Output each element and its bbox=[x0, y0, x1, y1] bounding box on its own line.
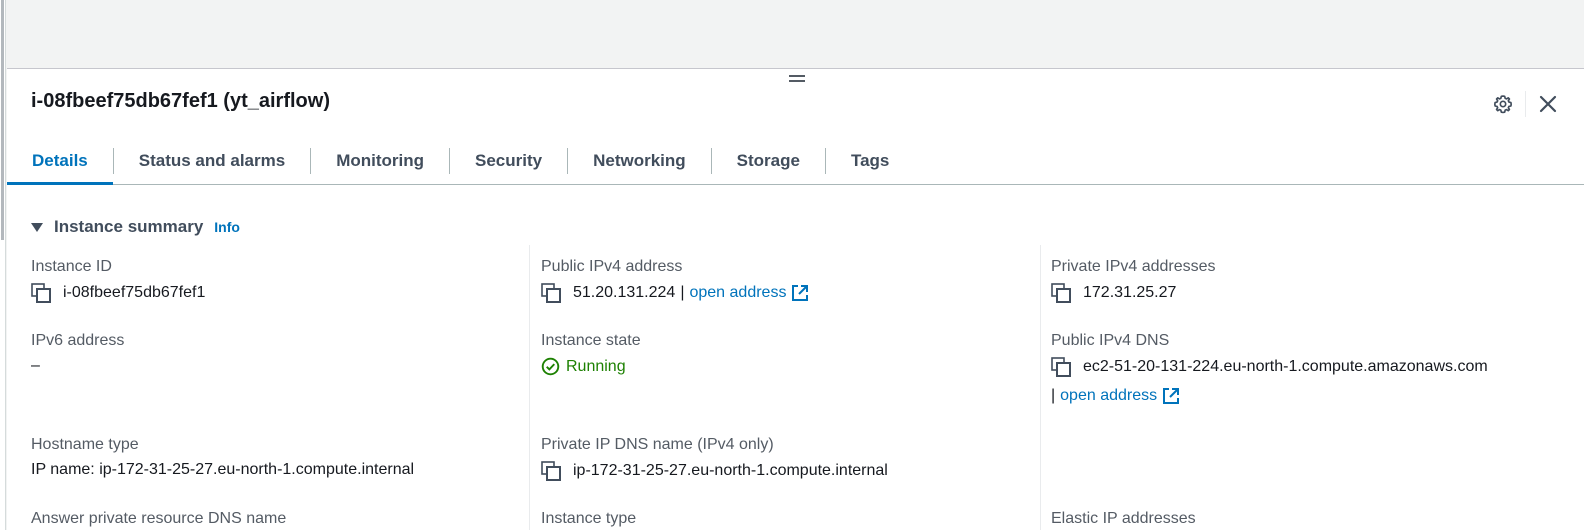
tab-monitoring[interactable]: Monitoring bbox=[311, 137, 449, 184]
field-label: Elastic IP addresses bbox=[1051, 510, 1196, 527]
tab-details[interactable]: Details bbox=[7, 137, 113, 185]
private-ip-dns-value: ip-172-31-25-27.eu-north-1.compute.inter… bbox=[573, 462, 888, 479]
field-value-row: | open address bbox=[1051, 387, 1488, 405]
field-label: Public IPv4 DNS bbox=[1051, 332, 1170, 349]
field-value-row: Running bbox=[541, 357, 641, 376]
field-label: Instance type bbox=[541, 510, 637, 527]
caret-down-icon[interactable] bbox=[31, 223, 43, 232]
field-label: Public IPv4 address bbox=[541, 258, 683, 275]
field-label: Instance state bbox=[541, 332, 641, 349]
field-instance-state: Instance state Running bbox=[541, 332, 641, 376]
panel-title: i-08fbeef75db67fef1 (yt_airflow) bbox=[31, 90, 330, 112]
scrollbar-thumb[interactable] bbox=[1, 0, 4, 240]
header-actions bbox=[1491, 91, 1560, 117]
field-private-ip-dns: Private IP DNS name (IPv4 only) ip-172-3… bbox=[541, 436, 888, 481]
field-public-ipv4: Public IPv4 address 51.20.131.224 | open… bbox=[541, 258, 809, 303]
tab-security[interactable]: Security bbox=[450, 137, 567, 184]
separator: | bbox=[680, 284, 685, 301]
separator: | bbox=[1051, 387, 1056, 404]
private-ipv4-value: 172.31.25.27 bbox=[1083, 284, 1177, 301]
field-label: IPv6 address bbox=[31, 332, 125, 349]
field-instance-type: Instance type bbox=[541, 510, 636, 528]
drag-handle-icon[interactable] bbox=[789, 75, 805, 85]
top-area bbox=[7, 0, 1584, 68]
field-answer-private-dns: Answer private resource DNS name bbox=[31, 510, 286, 528]
info-link[interactable]: Info bbox=[214, 219, 240, 235]
field-value-row: 172.31.25.27 bbox=[1051, 283, 1216, 303]
close-button[interactable] bbox=[1536, 92, 1560, 116]
column-divider bbox=[1040, 245, 1041, 530]
tab-networking[interactable]: Networking bbox=[568, 137, 711, 184]
field-label: Hostname type bbox=[31, 436, 139, 453]
ipv6-value: – bbox=[31, 357, 40, 374]
public-ipv4-value: 51.20.131.224 bbox=[573, 284, 676, 301]
copy-icon[interactable] bbox=[541, 283, 565, 303]
instance-id-value: i-08fbeef75db67fef1 bbox=[63, 284, 206, 301]
open-address-link[interactable]: open address bbox=[1060, 387, 1157, 405]
field-private-ipv4: Private IPv4 addresses 172.31.25.27 bbox=[1051, 258, 1216, 303]
field-instance-id: Instance ID i-08fbeef75db67fef1 bbox=[31, 258, 205, 303]
copy-icon[interactable] bbox=[541, 461, 565, 481]
instance-summary-header: Instance summary Info bbox=[31, 217, 240, 237]
copy-icon[interactable] bbox=[1051, 357, 1075, 377]
field-public-ipv4-dns: Public IPv4 DNS ec2-51-20-131-224.eu-nor… bbox=[1051, 332, 1488, 405]
field-label: Private IP DNS name (IPv4 only) bbox=[541, 436, 774, 453]
instance-state-value: Running bbox=[566, 357, 626, 375]
field-label: Answer private resource DNS name bbox=[31, 510, 287, 527]
header-divider bbox=[1525, 91, 1526, 117]
field-label: Private IPv4 addresses bbox=[1051, 258, 1216, 275]
check-circle-icon bbox=[541, 357, 560, 376]
field-hostname-type: Hostname type IP name: ip-172-31-25-27.e… bbox=[31, 436, 414, 479]
column-divider bbox=[529, 245, 530, 530]
copy-icon[interactable] bbox=[1051, 283, 1075, 303]
tab-status-and-alarms[interactable]: Status and alarms bbox=[114, 137, 310, 184]
field-ipv6: IPv6 address – bbox=[31, 332, 124, 375]
open-address-link[interactable]: open address bbox=[689, 284, 786, 302]
field-value-row: 51.20.131.224 | open address bbox=[541, 283, 809, 303]
status-badge: Running bbox=[541, 357, 626, 376]
external-link-icon[interactable] bbox=[1162, 387, 1180, 405]
tab-bar: Details Status and alarms Monitoring Sec… bbox=[7, 137, 1584, 185]
field-value-row: i-08fbeef75db67fef1 bbox=[31, 283, 205, 303]
scrollbar[interactable] bbox=[0, 0, 6, 530]
hostname-type-value: IP name: ip-172-31-25-27.eu-north-1.comp… bbox=[31, 461, 415, 478]
section-title: Instance summary bbox=[54, 217, 204, 236]
field-label: Instance ID bbox=[31, 258, 112, 275]
field-value-row: ec2-51-20-131-224.eu-north-1.compute.ama… bbox=[1051, 357, 1488, 377]
external-link-icon[interactable] bbox=[791, 284, 809, 302]
gear-icon bbox=[1494, 95, 1512, 114]
tab-storage[interactable]: Storage bbox=[712, 137, 825, 184]
tab-tags[interactable]: Tags bbox=[826, 137, 914, 184]
settings-button[interactable] bbox=[1491, 92, 1515, 116]
field-elastic-ip: Elastic IP addresses bbox=[1051, 510, 1196, 528]
copy-icon[interactable] bbox=[31, 283, 55, 303]
field-value-row: ip-172-31-25-27.eu-north-1.compute.inter… bbox=[541, 461, 888, 481]
details-panel: i-08fbeef75db67fef1 (yt_airflow) Details… bbox=[7, 68, 1584, 530]
public-dns-value: ec2-51-20-131-224.eu-north-1.compute.ama… bbox=[1083, 358, 1488, 375]
close-icon bbox=[1539, 95, 1557, 113]
